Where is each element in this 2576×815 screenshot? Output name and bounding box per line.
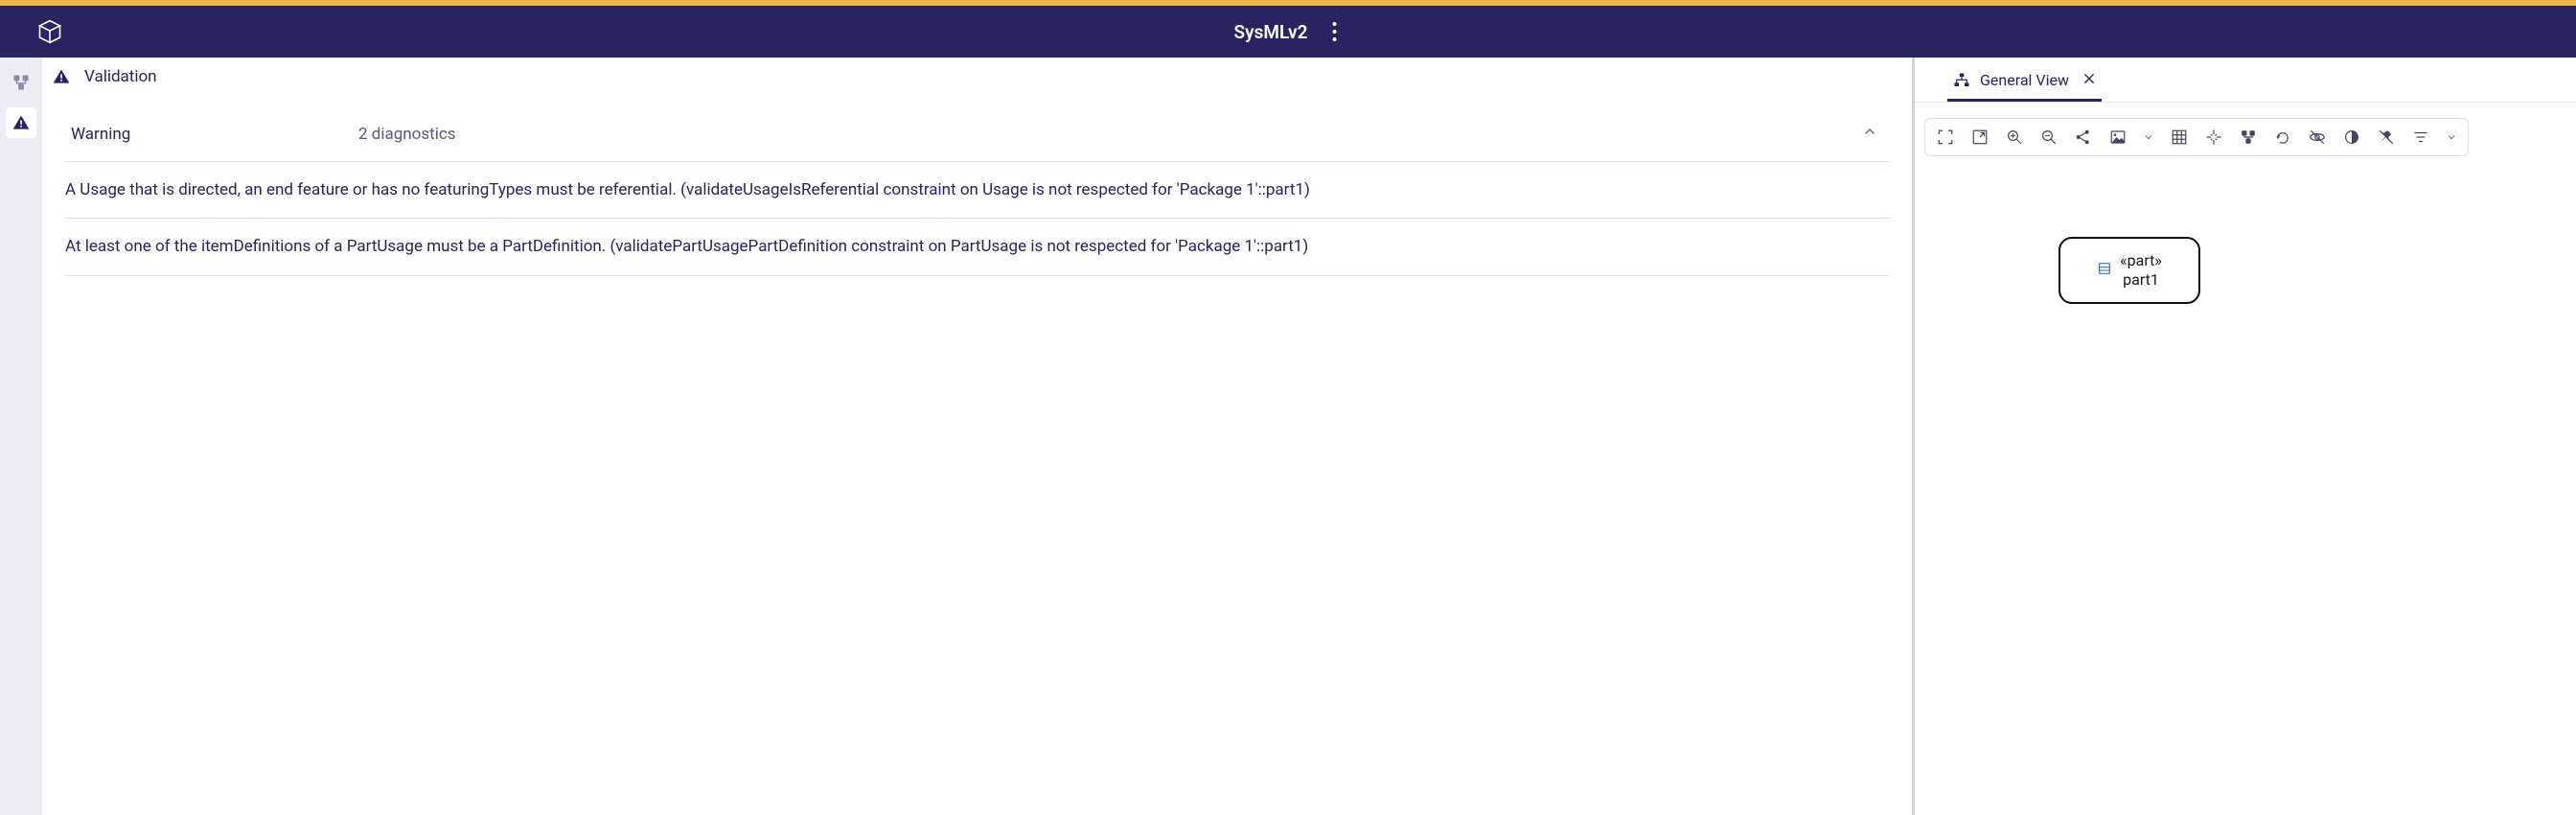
validation-title: Validation — [84, 67, 157, 86]
pin-off-button[interactable] — [2372, 123, 2401, 151]
diagnostic-item[interactable]: A Usage that is directed, an end feature… — [65, 162, 1889, 219]
warning-summary-row[interactable]: Warning 2 diagnostics — [65, 97, 1889, 153]
diagnostics-list: A Usage that is directed, an end feature… — [65, 161, 1889, 276]
zoom-out-button[interactable] — [2035, 123, 2063, 151]
contrast-button[interactable] — [2337, 123, 2366, 151]
diagnostics-count: 2 diagnostics — [358, 125, 456, 144]
redo-button[interactable] — [2268, 123, 2297, 151]
part-name: part1 — [2123, 270, 2159, 289]
left-rail — [0, 58, 42, 815]
cube-icon — [36, 18, 63, 45]
export-image-menu[interactable] — [2138, 123, 2159, 151]
share-icon — [2075, 128, 2092, 146]
rail-validation-button[interactable] — [6, 107, 36, 138]
pin-off-icon — [2378, 128, 2395, 146]
diagram-toolbar — [1924, 118, 2469, 156]
fit-to-screen-icon — [1937, 128, 1954, 146]
snap-icon — [2205, 128, 2222, 146]
eye-off-icon — [2309, 128, 2326, 146]
app-title: SysMLv2 — [1234, 21, 1308, 43]
grid-icon — [2171, 128, 2188, 146]
chevron-up-icon — [1862, 124, 1877, 139]
image-icon — [2109, 128, 2127, 146]
diagnostic-item[interactable]: At least one of the itemDefinitions of a… — [65, 219, 1889, 275]
export-image-button[interactable] — [2104, 123, 2132, 151]
part-node[interactable]: «part» part1 — [2058, 237, 2200, 304]
tab-general-view[interactable]: General View — [1947, 65, 2102, 102]
warning-icon — [12, 113, 31, 132]
rail-tree-button[interactable] — [6, 67, 36, 98]
diagram-panel: General View — [1915, 58, 2576, 815]
chevron-down-icon — [2143, 131, 2154, 143]
fullscreen-icon — [1971, 128, 1989, 146]
toolbar-more-button[interactable] — [2441, 123, 2462, 151]
top-bar: SysMLv2 — [0, 6, 2576, 58]
zoom-in-button[interactable] — [2000, 123, 2029, 151]
chevron-down-icon — [2446, 131, 2457, 143]
tab-close-button[interactable] — [2079, 71, 2096, 89]
tab-bar: General View — [1915, 58, 2576, 103]
fullscreen-button[interactable] — [1966, 123, 1994, 151]
zoom-out-icon — [2040, 128, 2058, 146]
main-area: Validation Warning 2 diagnostics A Usage… — [0, 58, 2576, 815]
validation-header: Validation — [42, 58, 1912, 97]
warning-label: Warning — [71, 125, 130, 144]
app-menu-button[interactable] — [1326, 16, 1342, 47]
tree-icon — [12, 73, 31, 92]
tab-label: General View — [1980, 71, 2069, 89]
contrast-icon — [2343, 128, 2360, 146]
layout-icon — [2240, 128, 2257, 146]
arrange-button[interactable] — [2234, 123, 2263, 151]
close-icon — [2082, 72, 2096, 85]
part-stereotype: «part» — [2120, 251, 2162, 269]
app-logo[interactable] — [36, 18, 63, 45]
warning-icon — [52, 67, 71, 86]
snap-button[interactable] — [2199, 123, 2228, 151]
filter-button[interactable] — [2406, 123, 2435, 151]
zoom-in-icon — [2006, 128, 2023, 146]
part-node-text: «part» part1 — [2120, 251, 2162, 290]
grid-button[interactable] — [2165, 123, 2194, 151]
diagram-icon — [1953, 72, 1970, 89]
diagram-canvas[interactable]: «part» part1 — [1915, 156, 2576, 815]
share-button[interactable] — [2069, 123, 2098, 151]
validation-panel: Validation Warning 2 diagnostics A Usage… — [42, 58, 1915, 815]
fit-to-screen-button[interactable] — [1931, 123, 1960, 151]
visibility-off-button[interactable] — [2303, 123, 2332, 151]
redo-icon — [2274, 128, 2291, 146]
part-node-icon — [2097, 261, 2112, 280]
collapse-icon[interactable] — [1862, 124, 1883, 144]
validation-body: Warning 2 diagnostics A Usage that is di… — [42, 97, 1912, 815]
filter-icon — [2412, 128, 2429, 146]
